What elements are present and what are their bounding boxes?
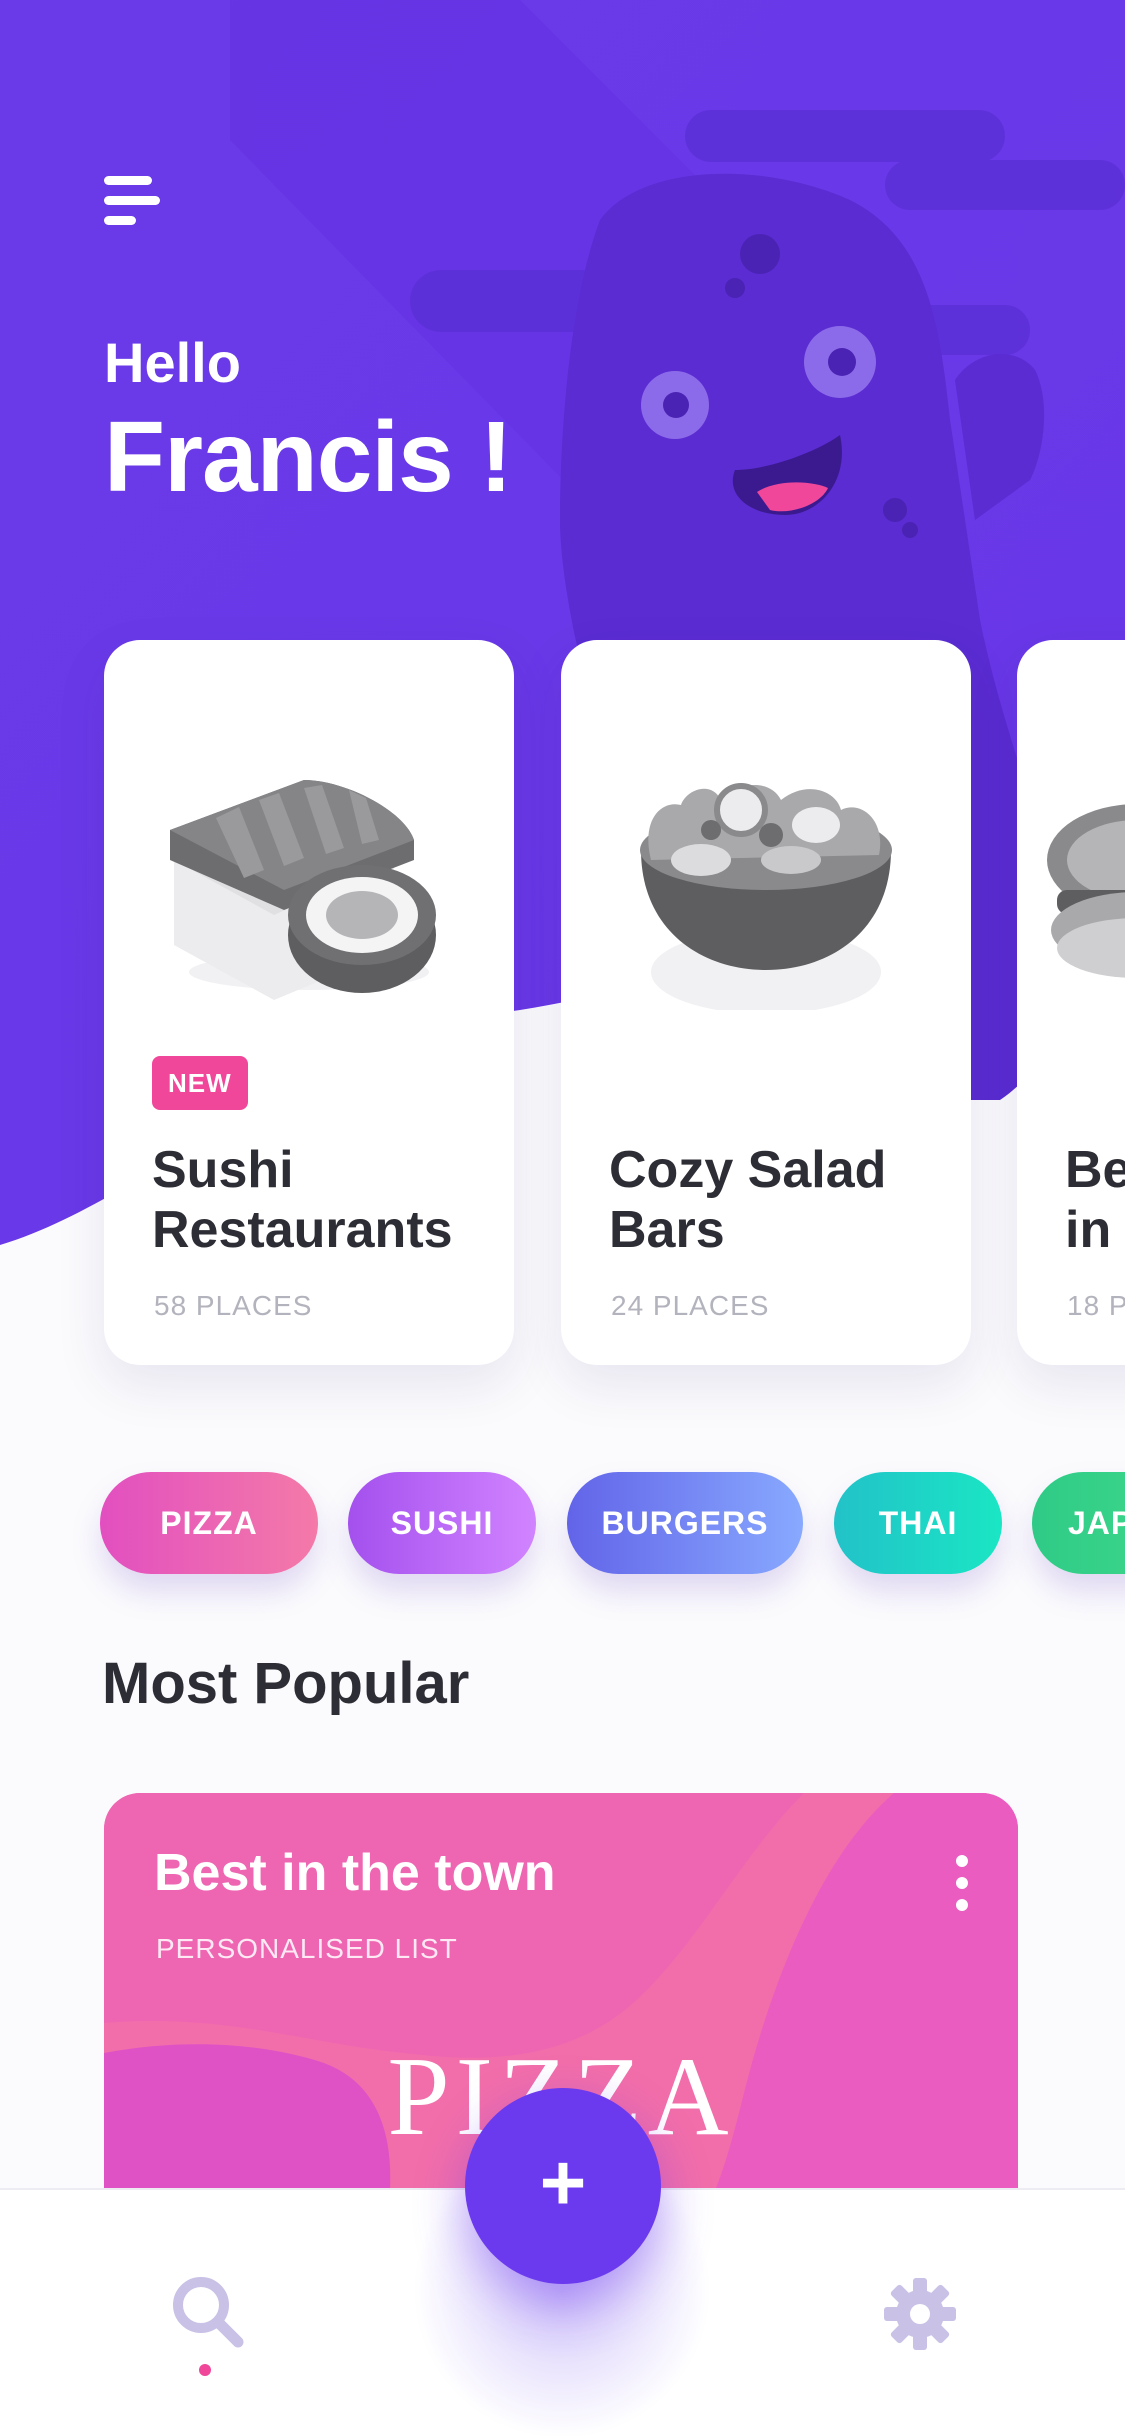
chip-thai[interactable]: THAI <box>834 1472 1002 1574</box>
chip-sushi[interactable]: SUSHI <box>348 1472 536 1574</box>
category-title: Cozy Salad Bars <box>609 1141 887 1259</box>
category-count: 24 PLACES <box>611 1290 770 1321</box>
chip-japanese[interactable]: JAPANESE <box>1032 1472 1125 1574</box>
burger-illustration <box>1047 804 1125 978</box>
category-title: Best Burgers in Town <box>1065 1141 1125 1259</box>
new-badge: NEW <box>152 1056 248 1110</box>
popular-subtitle: PERSONALISED LIST <box>156 1933 458 1964</box>
active-tab-indicator <box>199 2364 211 2376</box>
search-icon[interactable] <box>170 2274 246 2350</box>
more-vertical-icon[interactable] <box>952 1855 972 1915</box>
chip-pizza[interactable]: PIZZA <box>100 1472 318 1574</box>
app-screen: Hello Francis ! NEW Sushi Restaurants 58… <box>0 0 1125 2436</box>
category-count: 18 PLACES <box>1067 1290 1125 1321</box>
popular-title: Best in the town <box>154 1844 556 1902</box>
category-title: Sushi Restaurants <box>152 1141 453 1259</box>
category-count: 58 PLACES <box>154 1290 313 1321</box>
gear-icon[interactable] <box>884 2278 956 2350</box>
greeting-hello: Hello <box>104 331 241 394</box>
sushi-illustration <box>170 780 436 1000</box>
category-card-sushi[interactable]: NEW Sushi Restaurants 58 PLACES <box>104 640 514 1365</box>
salad-bowl-illustration <box>640 783 892 1010</box>
menu-icon[interactable] <box>104 176 160 232</box>
category-card-burgers[interactable]: Best Burgers in Town 18 PLACES <box>1017 640 1125 1365</box>
greeting-name: Francis ! <box>104 401 513 513</box>
chip-burgers[interactable]: BURGERS <box>567 1472 803 1574</box>
section-title: Most Popular <box>102 1651 470 1716</box>
plus-icon: + <box>539 2138 587 2227</box>
category-card-salad[interactable]: Cozy Salad Bars 24 PLACES <box>561 640 971 1365</box>
add-button[interactable]: + <box>465 2088 661 2284</box>
